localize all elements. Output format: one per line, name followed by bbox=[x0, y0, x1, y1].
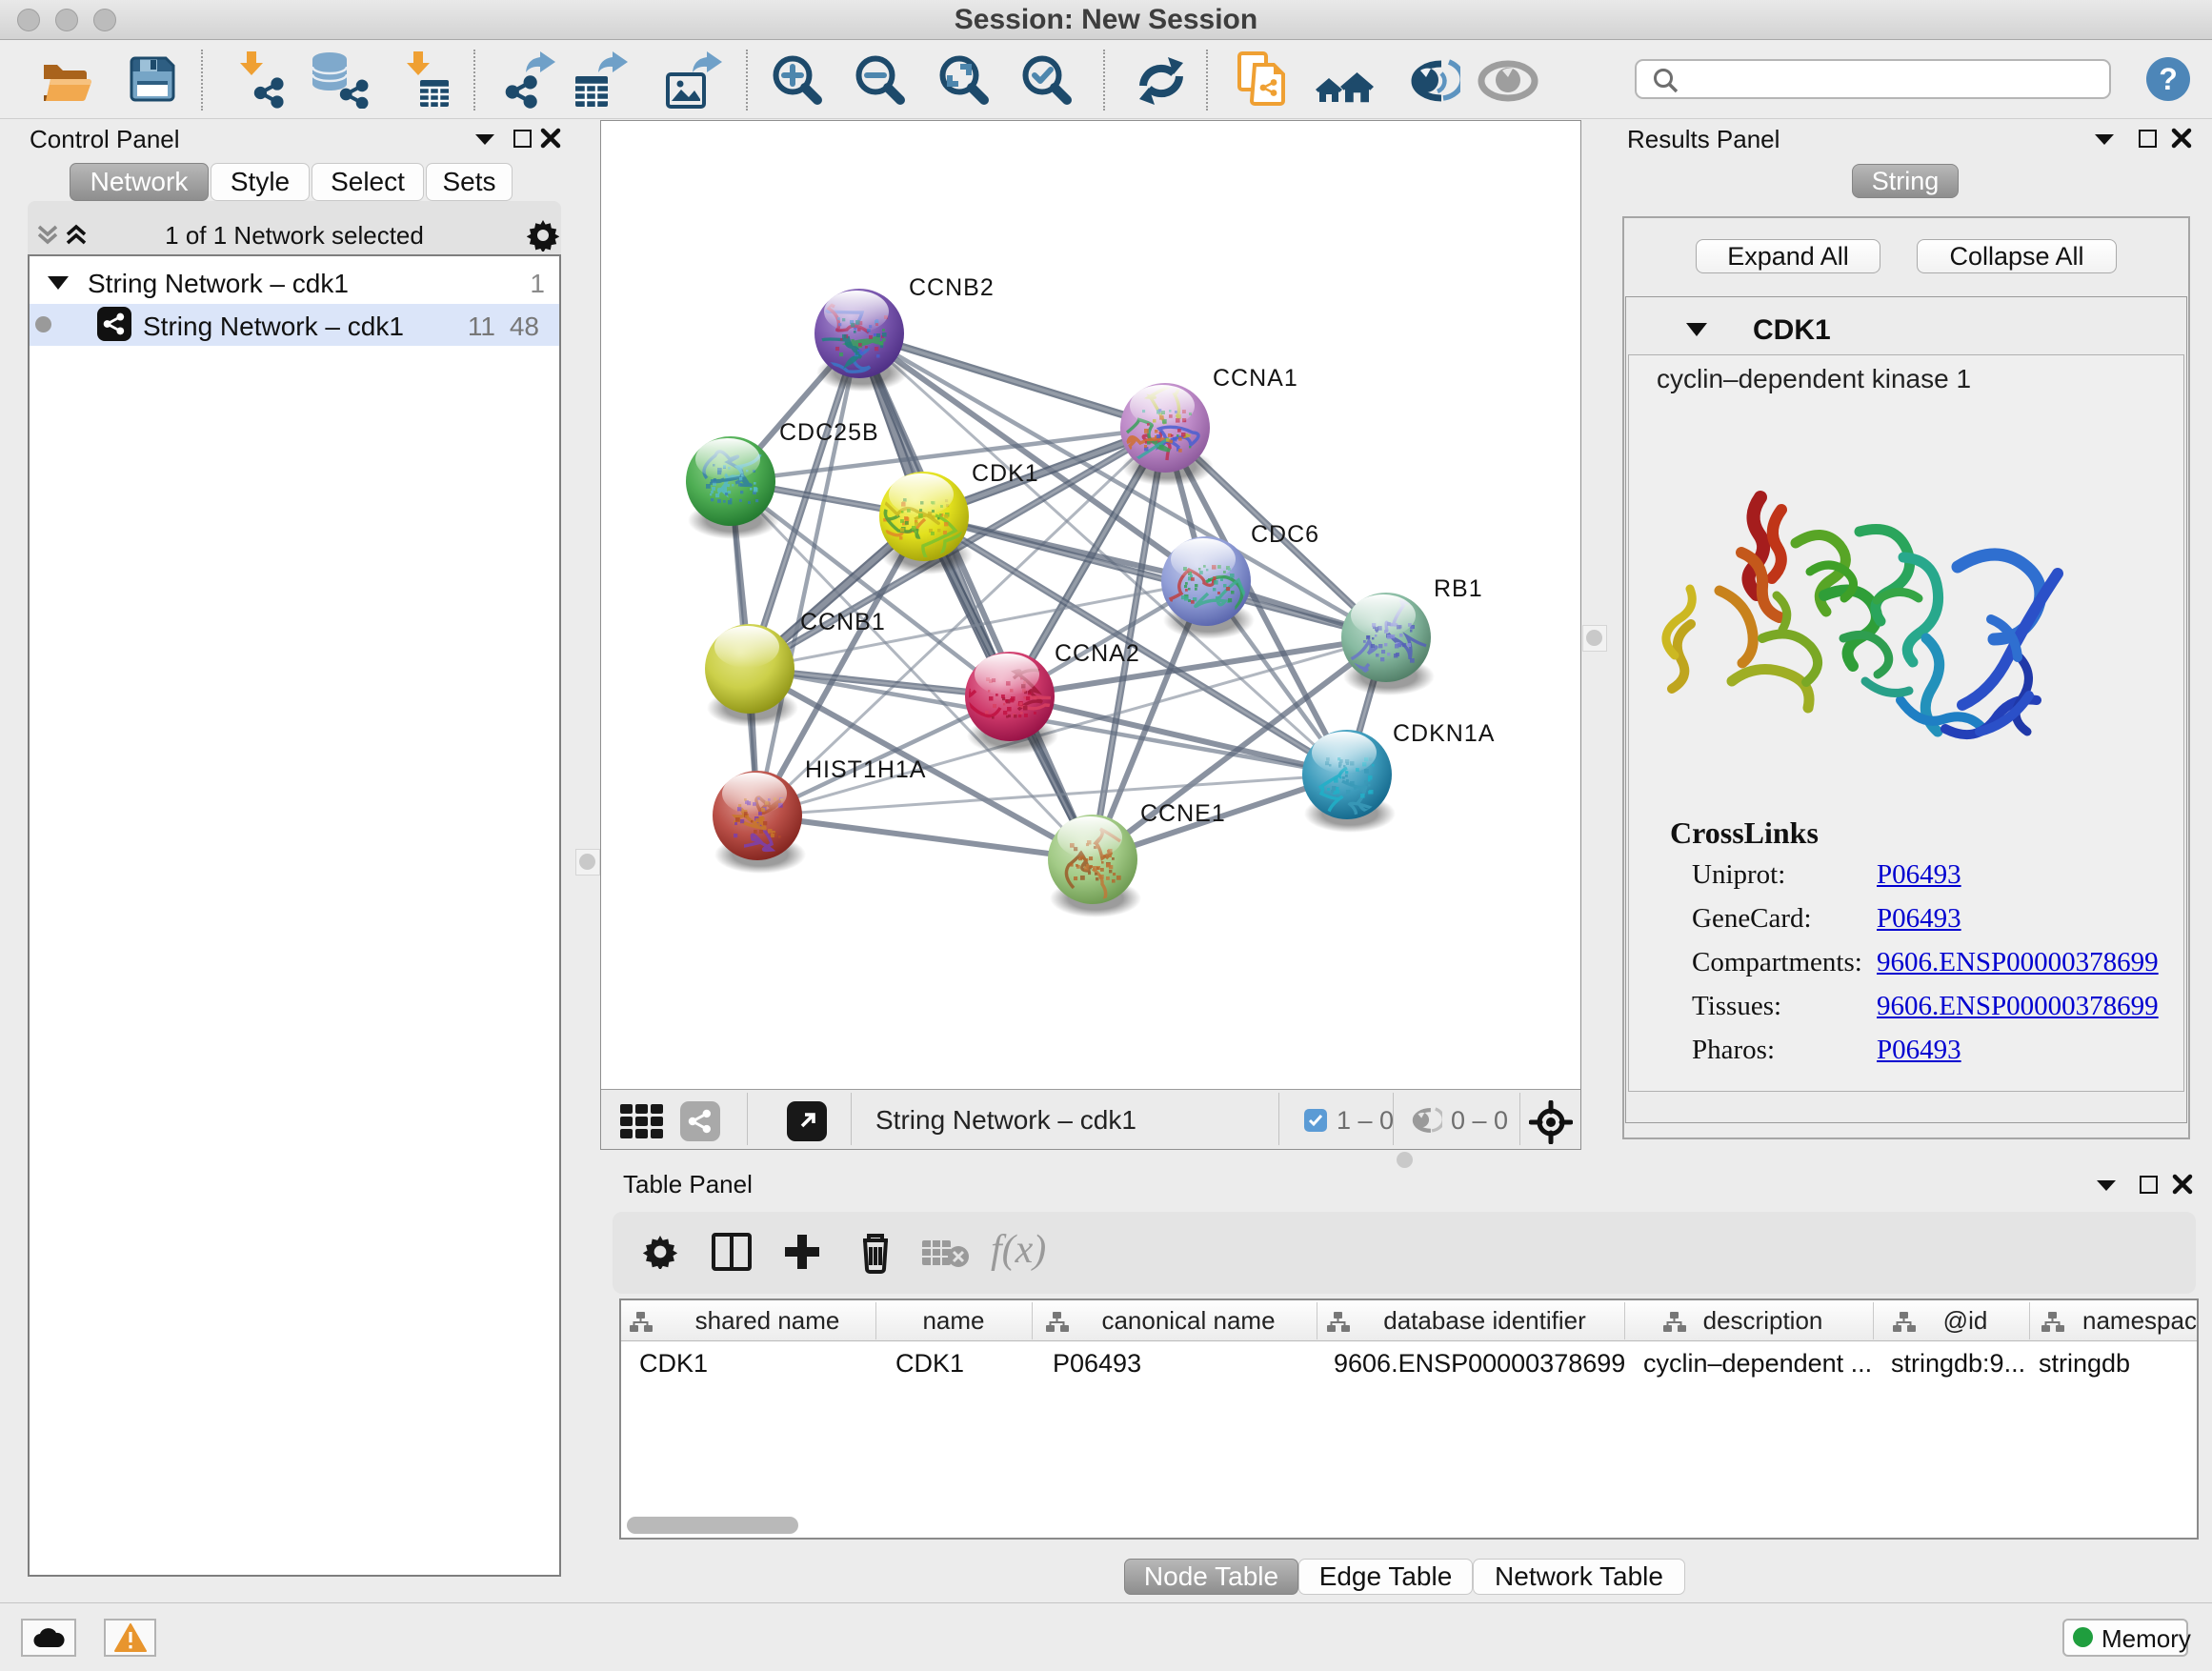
svg-text:HIST1H1A: HIST1H1A bbox=[805, 756, 926, 783]
svg-text:CCNB2: CCNB2 bbox=[909, 274, 995, 301]
svg-text:CDKN1A: CDKN1A bbox=[1393, 720, 1495, 747]
svg-text:CCNE1: CCNE1 bbox=[1140, 800, 1226, 827]
svg-text:CDK1: CDK1 bbox=[972, 460, 1039, 487]
svg-text:CDC25B: CDC25B bbox=[779, 419, 879, 446]
svg-text:CCNB1: CCNB1 bbox=[800, 609, 886, 635]
svg-text:RB1: RB1 bbox=[1434, 575, 1483, 602]
svg-text:CDC6: CDC6 bbox=[1251, 521, 1319, 548]
svg-text:CCNA1: CCNA1 bbox=[1213, 365, 1298, 392]
svg-text:CCNA2: CCNA2 bbox=[1055, 640, 1140, 667]
